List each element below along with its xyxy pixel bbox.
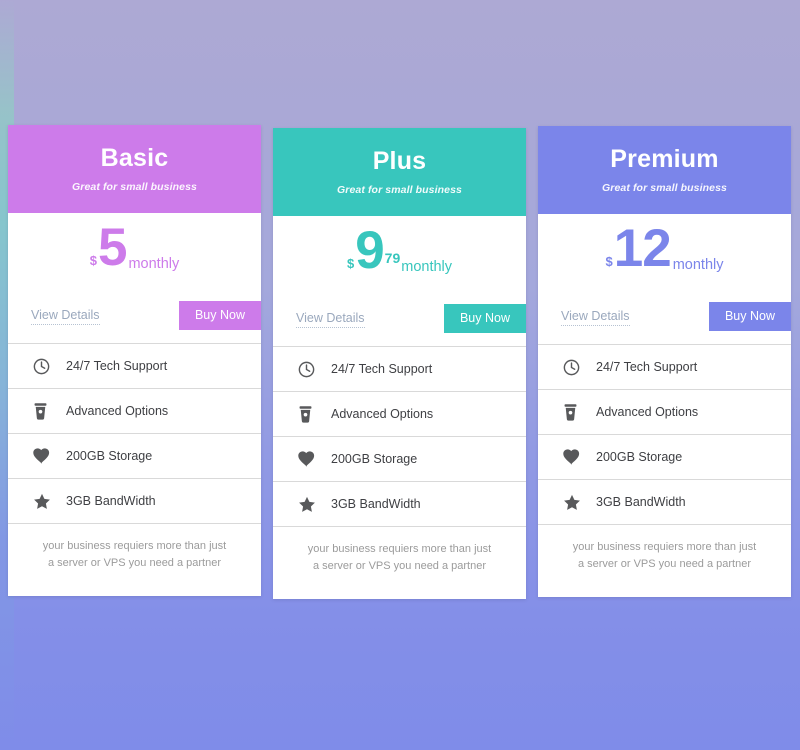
card-header: Basic Great for small business	[8, 125, 261, 213]
clock-icon	[297, 360, 323, 379]
feature-row: 200GB Storage	[8, 433, 261, 478]
feature-label: 24/7 Tech Support	[596, 360, 698, 374]
heart-icon	[297, 450, 323, 469]
feature-label: 200GB Storage	[331, 452, 418, 466]
footer-line-1: your business requiers more than just	[572, 541, 757, 553]
feature-label: 24/7 Tech Support	[66, 359, 168, 373]
feature-row: 24/7 Tech Support	[273, 346, 526, 391]
feature-row: Advanced Options	[538, 389, 791, 434]
currency-symbol: $	[89, 253, 97, 268]
footer-line-2: a server or VPS you need a partner	[47, 557, 222, 569]
feature-row: 3GB BandWidth	[538, 479, 791, 524]
feature-label: 200GB Storage	[66, 449, 153, 463]
plan-name: Premium	[610, 145, 719, 173]
clock-icon	[32, 357, 58, 376]
buy-now-button[interactable]: Buy Now	[443, 304, 526, 333]
footer-line-2: a server or VPS you need a partner	[312, 560, 487, 572]
feature-list: 24/7 Tech Support Advanced Options 200GB…	[273, 346, 526, 526]
feature-list: 24/7 Tech Support Advanced Options 200GB…	[8, 343, 261, 523]
footer-line-1: your business requiers more than just	[307, 543, 492, 555]
heart-icon	[562, 448, 588, 467]
feature-row: 200GB Storage	[538, 434, 791, 479]
action-row: View Details Buy Now	[8, 301, 261, 343]
pricing-table: Basic Great for small business $ 5 month…	[8, 0, 800, 750]
feature-label: 3GB BandWidth	[596, 495, 686, 509]
card-footer: your business requiers more than just a …	[538, 524, 791, 597]
feature-label: Advanced Options	[66, 404, 169, 418]
feature-row: 3GB BandWidth	[273, 481, 526, 526]
price-zone: $ 5 monthly	[8, 213, 261, 301]
currency-symbol: $	[346, 256, 355, 271]
feature-row: Advanced Options	[273, 391, 526, 436]
star-icon	[562, 493, 588, 512]
heart-icon	[32, 447, 58, 466]
cup-icon	[297, 405, 323, 424]
footer-line-1: your business requiers more than just	[42, 540, 227, 552]
feature-row: 24/7 Tech Support	[538, 344, 791, 389]
card-footer: your business requiers more than just a …	[8, 523, 261, 596]
feature-row: Advanced Options	[8, 388, 261, 433]
price-zone: $ 9 79 monthly	[273, 216, 526, 304]
feature-label: 200GB Storage	[596, 450, 683, 464]
cup-icon	[32, 402, 58, 421]
star-icon	[297, 495, 323, 514]
price-period: monthly	[128, 256, 180, 272]
feature-row: 24/7 Tech Support	[8, 343, 261, 388]
price-zone: $ 12 monthly	[538, 214, 791, 302]
cup-icon	[562, 403, 588, 422]
price-row: $ 9 79 monthly	[273, 224, 526, 277]
plan-tagline: Great for small business	[72, 181, 197, 193]
plan-name: Plus	[372, 147, 427, 175]
pricing-card-basic[interactable]: Basic Great for small business $ 5 month…	[8, 125, 261, 596]
card-header: Plus Great for small business	[273, 128, 526, 216]
pricing-card-premium[interactable]: Premium Great for small business $ 12 mo…	[538, 126, 791, 597]
star-icon	[32, 492, 58, 511]
price-amount: 9	[355, 221, 385, 280]
feature-label: 3GB BandWidth	[66, 494, 156, 508]
price-row: $ 5 monthly	[8, 221, 261, 274]
clock-icon	[562, 358, 588, 377]
feature-label: Advanced Options	[596, 405, 699, 419]
action-row: View Details Buy Now	[538, 302, 791, 344]
view-details-link[interactable]: View Details	[561, 309, 630, 326]
feature-label: 3GB BandWidth	[331, 497, 421, 511]
plan-tagline: Great for small business	[337, 184, 462, 196]
feature-label: Advanced Options	[331, 407, 434, 421]
footer-line-2: a server or VPS you need a partner	[577, 558, 752, 570]
card-footer: your business requiers more than just a …	[273, 526, 526, 599]
plan-name: Basic	[100, 144, 169, 172]
currency-symbol: $	[605, 254, 613, 269]
card-header: Premium Great for small business	[538, 126, 791, 214]
view-details-link[interactable]: View Details	[296, 311, 365, 328]
plan-tagline: Great for small business	[602, 182, 727, 194]
feature-row: 3GB BandWidth	[8, 478, 261, 523]
price-period: monthly	[672, 257, 724, 273]
price-amount: 5	[97, 218, 128, 277]
price-row: $ 12 monthly	[538, 222, 791, 275]
feature-row: 200GB Storage	[273, 436, 526, 481]
buy-now-button[interactable]: Buy Now	[178, 301, 261, 330]
price-cents: 79	[384, 250, 401, 266]
price-amount: 12	[613, 219, 672, 278]
buy-now-button[interactable]: Buy Now	[708, 302, 791, 331]
action-row: View Details Buy Now	[273, 304, 526, 346]
view-details-link[interactable]: View Details	[31, 308, 100, 325]
pricing-card-plus[interactable]: Plus Great for small business $ 9 79 mon…	[273, 128, 526, 599]
feature-label: 24/7 Tech Support	[331, 362, 433, 376]
price-period: monthly	[401, 259, 453, 275]
feature-list: 24/7 Tech Support Advanced Options 200GB…	[538, 344, 791, 524]
